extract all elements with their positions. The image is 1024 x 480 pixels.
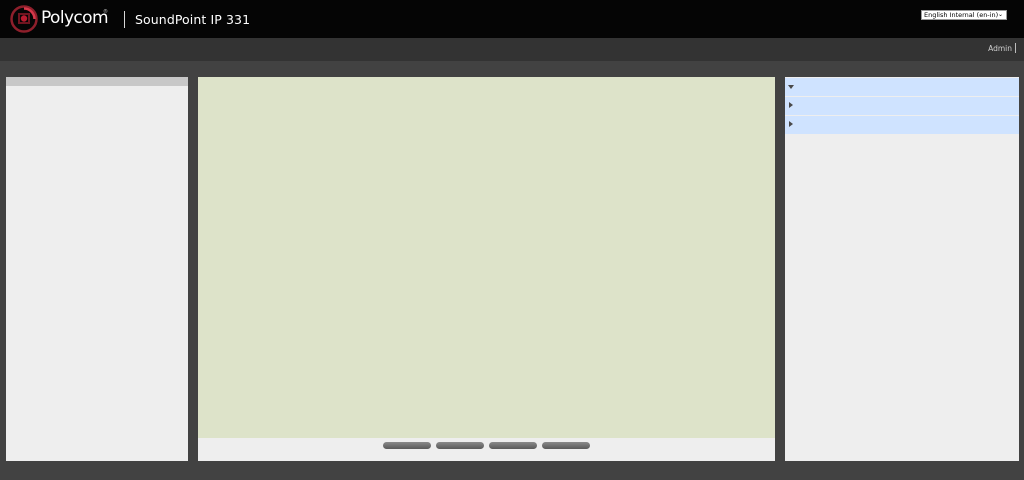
left-panel	[6, 77, 188, 461]
phone-display	[198, 77, 775, 438]
top-header: Polycom ® SoundPoint IP 331 English Inte…	[0, 0, 1024, 38]
brand-name: Polycom	[41, 8, 109, 28]
softkey-4-button[interactable]	[542, 442, 590, 449]
language-select-value: English Internal (en-in)	[924, 11, 999, 19]
softkey-3-button[interactable]	[489, 442, 537, 449]
language-select[interactable]: English Internal (en-in) ⌄	[921, 10, 1007, 20]
phone-panel	[198, 77, 775, 461]
chevron-down-icon: ⌄	[997, 11, 1003, 18]
sub-header-bar	[0, 38, 1024, 61]
nav-item-3[interactable]	[785, 116, 1019, 134]
nav-item-2[interactable]	[785, 97, 1019, 115]
triangle-right-icon	[789, 121, 793, 127]
left-panel-header	[6, 77, 188, 86]
product-title: SoundPoint IP 331	[135, 12, 251, 27]
brand-trademark: ®	[103, 9, 108, 15]
user-label-admin[interactable]: Admin	[988, 44, 1012, 54]
polycom-logo-icon[interactable]	[10, 5, 38, 33]
softkey-2-button[interactable]	[436, 442, 484, 449]
user-separator	[1015, 43, 1016, 53]
nav-item-1[interactable]	[785, 78, 1019, 96]
title-divider	[124, 11, 125, 28]
softkey-1-button[interactable]	[383, 442, 431, 449]
right-nav-panel	[785, 77, 1019, 461]
triangle-right-icon	[789, 102, 793, 108]
triangle-down-icon	[788, 85, 794, 89]
